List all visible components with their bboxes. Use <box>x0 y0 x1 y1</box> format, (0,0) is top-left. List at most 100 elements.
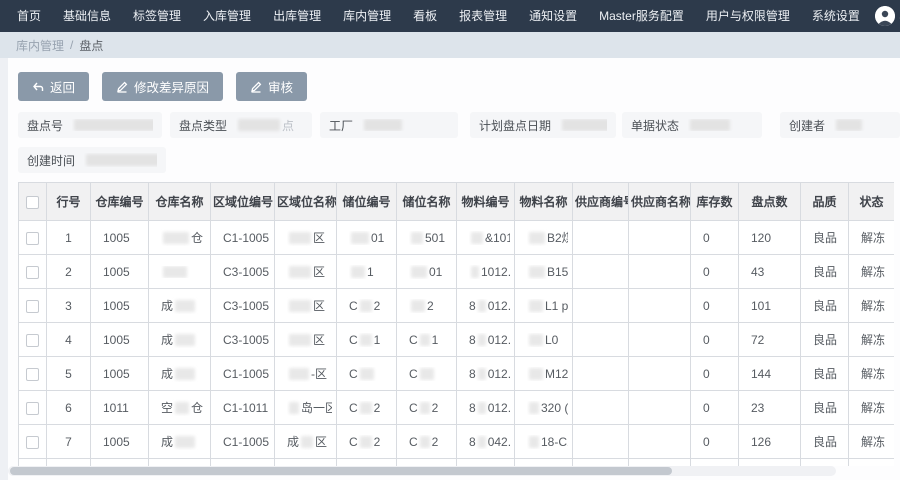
nav-item-报表管理[interactable]: 报表管理 <box>448 0 518 32</box>
field-value[interactable] <box>72 119 153 131</box>
select-all-checkbox[interactable] <box>26 196 39 209</box>
col-header-4: 区域位名称 <box>275 183 337 221</box>
nav-item-入库管理[interactable]: 入库管理 <box>192 0 262 32</box>
row-checkbox[interactable] <box>26 232 39 245</box>
cell-content: C2 <box>349 401 392 415</box>
cell <box>573 425 629 459</box>
cell-content: 1005 <box>103 265 144 279</box>
cell-content: 18-C10 <box>527 435 568 449</box>
nav-item-标签管理[interactable]: 标签管理 <box>122 0 192 32</box>
redacted-text <box>289 300 311 312</box>
redacted-text <box>411 300 425 312</box>
nav-item-系统设置[interactable]: 系统设置 <box>801 0 871 32</box>
redacted-text <box>529 368 543 380</box>
cell-content: C1-1005 <box>223 367 270 381</box>
field-value[interactable] <box>688 119 753 131</box>
row-checkbox[interactable] <box>26 300 39 313</box>
cell-content: C3-1005 <box>223 333 270 347</box>
table-row[interactable]: 51005成C1-1005-区CC8012...M12...0144良品解冻 <box>19 357 895 391</box>
redacted-text <box>478 334 486 346</box>
row-checkbox[interactable] <box>26 266 39 279</box>
cell: C1 <box>337 323 397 357</box>
cell-content: L0 <box>527 333 568 347</box>
row-checkbox[interactable] <box>26 436 39 449</box>
field-factory: 工厂 <box>320 112 458 138</box>
nav-item-用户与权限管理[interactable]: 用户与权限管理 <box>695 0 801 32</box>
nav-item-首页[interactable]: 首页 <box>6 0 52 32</box>
cell-content: 1012... <box>469 265 510 279</box>
field-value[interactable] <box>834 119 891 131</box>
row-checkbox[interactable] <box>26 334 39 347</box>
back-button[interactable]: 返回 <box>18 72 89 101</box>
cell <box>573 391 629 425</box>
cell: 1 <box>337 255 397 289</box>
cell: 区 <box>275 323 337 357</box>
user-menu[interactable]: a <box>875 0 900 32</box>
cell-content: 成 <box>161 331 206 348</box>
cell-content: C1-1011 <box>223 401 270 415</box>
edit-icon <box>250 81 262 93</box>
cell-content: 解冻 <box>861 331 890 348</box>
cell: 8042... <box>457 425 515 459</box>
cell-content: C1-1005 <box>223 435 270 449</box>
redacted-text <box>529 436 539 448</box>
redacted-text <box>163 232 189 244</box>
table-row[interactable]: 61011空仓C1-1011岛一区C2C28012...320 (...023良… <box>19 391 895 425</box>
redacted-text <box>420 436 430 448</box>
cell-content: 良品 <box>813 229 844 246</box>
nav-item-通知设置[interactable]: 通知设置 <box>518 0 588 32</box>
cell <box>629 323 691 357</box>
audit-button[interactable]: 审核 <box>236 72 307 101</box>
cell <box>629 425 691 459</box>
cell: B2煤... <box>515 221 573 255</box>
row-select-cell <box>19 357 47 391</box>
cell: 成 <box>149 357 211 391</box>
cell-content: 23 <box>751 401 796 415</box>
cell: C3-1005 <box>211 323 275 357</box>
cell-content: 501 <box>409 231 452 245</box>
nav-item-看板[interactable]: 看板 <box>402 0 448 32</box>
row-checkbox[interactable] <box>26 368 39 381</box>
cell <box>629 391 691 425</box>
field-label: 盘点类型 <box>179 117 227 134</box>
table-row[interactable]: 81005成品仓C3-1005CC018012...SB2 /0121良品解冻 <box>19 459 895 467</box>
cell: 解冻 <box>849 255 895 289</box>
breadcrumb-section[interactable]: 库内管理 <box>16 37 64 54</box>
redacted-text <box>74 119 153 131</box>
field-value[interactable]: 点 <box>236 117 303 134</box>
cell: 0 <box>691 221 739 255</box>
cell: 2 <box>47 255 91 289</box>
cell-content: 成 <box>161 365 206 382</box>
cell-content: 解冻 <box>861 263 890 280</box>
table-row[interactable]: 41005成C3-1005区C1C18012...L0072良品解冻 <box>19 323 895 357</box>
redacted-text <box>360 402 372 414</box>
cell: C <box>337 459 397 467</box>
cell-content: 成 <box>161 297 206 314</box>
redacted-text <box>175 368 195 380</box>
cell-content: -区 <box>287 365 332 382</box>
row-checkbox[interactable] <box>26 402 39 415</box>
nav-item-Master服务配置[interactable]: Master服务配置 <box>588 0 695 32</box>
nav-item-库内管理[interactable]: 库内管理 <box>332 0 402 32</box>
table-row[interactable]: 21005C3-1005区1011012...B15043良品解冻 <box>19 255 895 289</box>
cell: 1011 <box>91 391 149 425</box>
table-row[interactable]: 31005成C3-1005区C228012...L1 plus0101良品解冻 <box>19 289 895 323</box>
table-row[interactable]: 11005仓C1-1005区01501&1012...B2煤...0120良品解… <box>19 221 895 255</box>
redacted-text <box>529 232 545 244</box>
table-row[interactable]: 71005成C1-1005成区C2C28042...18-C100126良品解冻 <box>19 425 895 459</box>
nav-item-基础信息[interactable]: 基础信息 <box>52 0 122 32</box>
field-value[interactable]: :15 <box>84 153 157 167</box>
horizontal-scrollbar-thumb[interactable] <box>10 467 672 475</box>
cell-content: C3-1005 <box>223 265 270 279</box>
nav-item-出库管理[interactable]: 出库管理 <box>262 0 332 32</box>
cell: C1-1005 <box>211 221 275 255</box>
user-avatar-icon[interactable] <box>875 6 895 26</box>
field-value[interactable] <box>560 119 607 131</box>
cell: C2 <box>397 425 457 459</box>
horizontal-scrollbar-track[interactable] <box>8 466 836 476</box>
cell-content: C2 <box>349 299 392 313</box>
cell: 18-C10 <box>515 425 573 459</box>
modify-diff-reason-button[interactable]: 修改差异原因 <box>102 72 223 101</box>
col-header-12: 盘点数 <box>739 183 801 221</box>
field-value[interactable] <box>362 119 449 131</box>
